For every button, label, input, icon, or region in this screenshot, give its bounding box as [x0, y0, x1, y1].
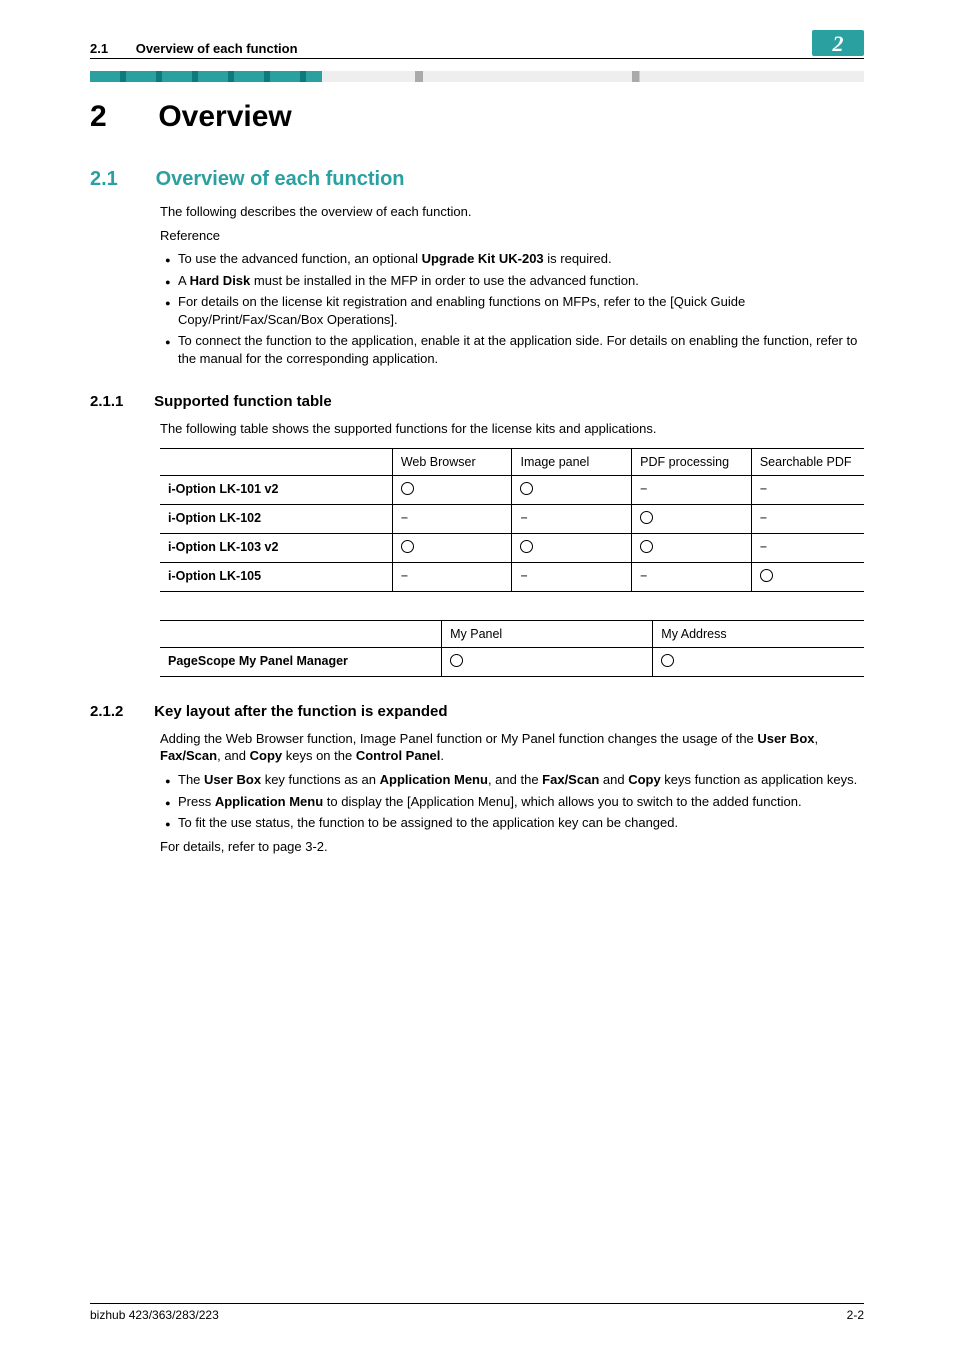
cell: [442, 647, 653, 676]
cell: −: [512, 504, 632, 533]
list-item: A Hard Disk must be installed in the MFP…: [178, 272, 864, 290]
th: My Panel: [442, 620, 653, 647]
cell: −: [751, 504, 864, 533]
row-label: i-Option LK-102: [160, 504, 392, 533]
subsection-heading: 2.1.2 Key layout after the function is e…: [90, 703, 864, 720]
chapter-heading: 2 Overview: [90, 100, 864, 134]
footer-right: 2-2: [847, 1308, 864, 1322]
section-title: Overview of each function: [156, 168, 405, 190]
cell: −: [751, 533, 864, 562]
page-header: 2.1 Overview of each function 2: [90, 30, 864, 59]
table-row: i-Option LK-105−−−: [160, 562, 864, 591]
running-head-num: 2.1: [90, 41, 108, 56]
table-row: i-Option LK-102−−−: [160, 504, 864, 533]
circle-icon: [401, 482, 414, 495]
reference-label: Reference: [160, 227, 864, 245]
table-header-row: My Panel My Address: [160, 620, 864, 647]
cell: [512, 533, 632, 562]
list-item: For details on the license kit registrat…: [178, 293, 864, 328]
subsection-outro: For details, refer to page 3-2.: [160, 838, 864, 856]
th-blank: [160, 448, 392, 475]
cell: −: [392, 562, 512, 591]
circle-icon: [450, 654, 463, 667]
circle-icon: [520, 482, 533, 495]
subsection-title: Supported function table: [154, 393, 332, 410]
subsection-title: Key layout after the function is expande…: [154, 703, 447, 720]
subsection-number: 2.1.1: [90, 393, 150, 410]
row-label: i-Option LK-101 v2: [160, 475, 392, 504]
chapter-badge: 2: [812, 30, 864, 56]
list-item: To use the advanced function, an optiona…: [178, 250, 864, 268]
th: PDF processing: [632, 448, 752, 475]
circle-icon: [401, 540, 414, 553]
subsection-heading: 2.1.1 Supported function table: [90, 393, 864, 410]
subsection-number: 2.1.2: [90, 703, 150, 720]
running-head: 2.1 Overview of each function: [90, 41, 298, 56]
subsection-intro: Adding the Web Browser function, Image P…: [160, 730, 864, 765]
chapter-title: Overview: [158, 100, 291, 133]
cell: −: [632, 562, 752, 591]
support-table-2: My Panel My Address PageScope My Panel M…: [160, 620, 864, 677]
cell: [392, 533, 512, 562]
list-item: The User Box key functions as an Applica…: [178, 771, 864, 789]
circle-icon: [661, 654, 674, 667]
row-label: i-Option LK-103 v2: [160, 533, 392, 562]
th: Image panel: [512, 448, 632, 475]
subsection-list: The User Box key functions as an Applica…: [178, 771, 864, 832]
th: Web Browser: [392, 448, 512, 475]
table-header-row: Web Browser Image panel PDF processing S…: [160, 448, 864, 475]
row-label: PageScope My Panel Manager: [160, 647, 442, 676]
circle-icon: [640, 540, 653, 553]
th: My Address: [653, 620, 864, 647]
support-table-1: Web Browser Image panel PDF processing S…: [160, 448, 864, 592]
cell: [512, 475, 632, 504]
running-head-title: Overview of each function: [136, 41, 298, 56]
page-footer: bizhub 423/363/283/223 2-2: [90, 1303, 864, 1322]
decorative-bar: [90, 71, 864, 82]
list-item: Press Application Menu to display the [A…: [178, 793, 864, 811]
reference-list: To use the advanced function, an optiona…: [178, 250, 864, 367]
cell: [392, 475, 512, 504]
row-label: i-Option LK-105: [160, 562, 392, 591]
table-row: i-Option LK-101 v2 −−: [160, 475, 864, 504]
cell: [632, 533, 752, 562]
circle-icon: [520, 540, 533, 553]
list-item: To connect the function to the applicati…: [178, 332, 864, 367]
section-number: 2.1: [90, 168, 150, 191]
chapter-number: 2: [90, 100, 150, 134]
subsection-intro: The following table shows the supported …: [160, 420, 864, 438]
section-heading: 2.1 Overview of each function: [90, 168, 864, 191]
cell: −: [751, 475, 864, 504]
th: Searchable PDF: [751, 448, 864, 475]
cell: [653, 647, 864, 676]
circle-icon: [640, 511, 653, 524]
th-blank: [160, 620, 442, 647]
cell: −: [512, 562, 632, 591]
list-item: To fit the use status, the function to b…: [178, 814, 864, 832]
cell: −: [632, 475, 752, 504]
table-row: PageScope My Panel Manager: [160, 647, 864, 676]
cell: [751, 562, 864, 591]
cell: −: [392, 504, 512, 533]
table-row: i-Option LK-103 v2 −: [160, 533, 864, 562]
footer-left: bizhub 423/363/283/223: [90, 1308, 219, 1322]
section-intro: The following describes the overview of …: [160, 203, 864, 221]
circle-icon: [760, 569, 773, 582]
cell: [632, 504, 752, 533]
